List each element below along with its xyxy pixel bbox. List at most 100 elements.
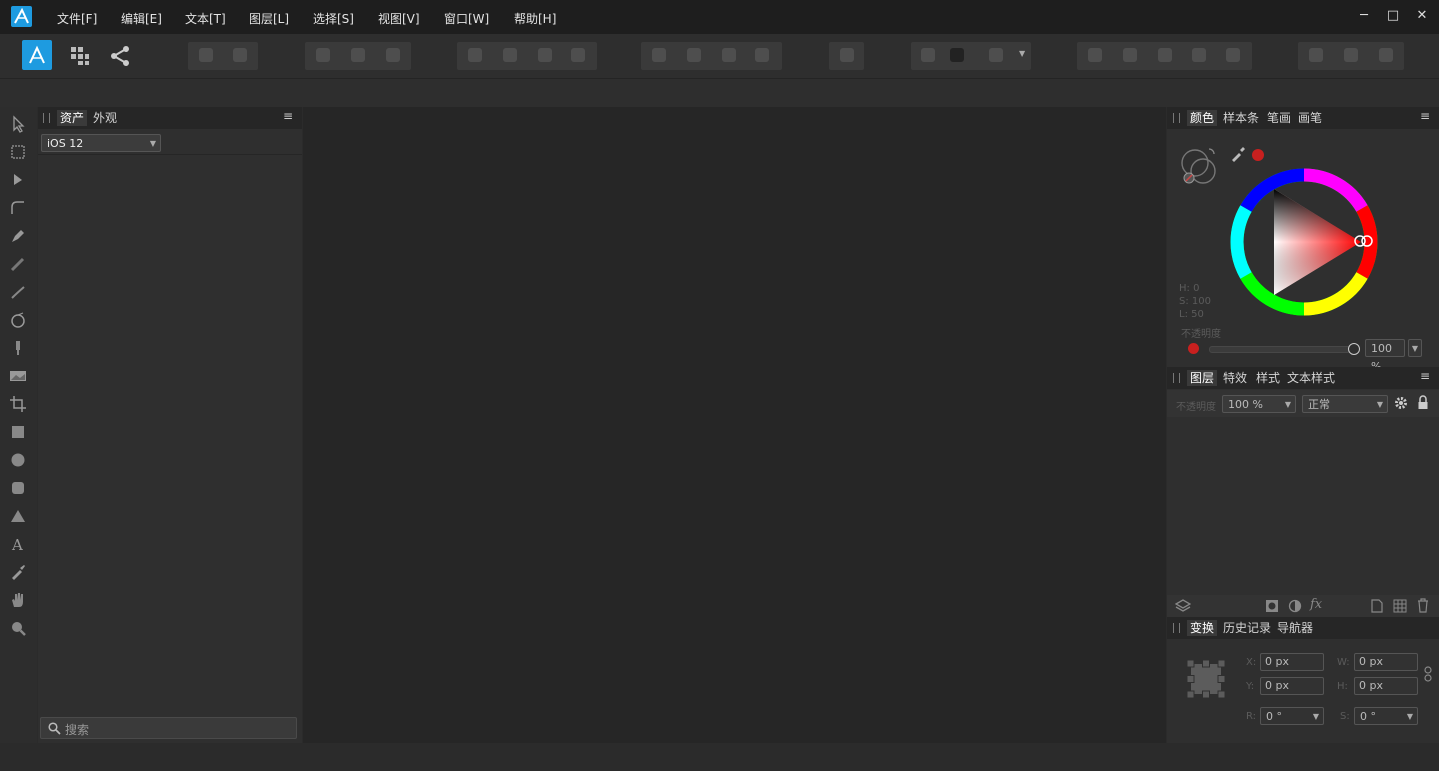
blend-mode-select[interactable]: 正常 ▼ [1302, 395, 1388, 413]
pen-tool-icon[interactable] [9, 227, 27, 245]
fx-icon[interactable]: fx [1310, 597, 1322, 612]
color-wheel[interactable] [1227, 165, 1381, 319]
divide-shape-icon[interactable] [1226, 48, 1240, 62]
arrange-back-icon[interactable] [316, 48, 330, 62]
fill-tool-icon[interactable] [9, 311, 27, 329]
tab-assets[interactable]: 资产 [57, 110, 88, 126]
rotate-right-icon[interactable] [755, 48, 769, 62]
insert-top-icon[interactable] [989, 48, 1003, 62]
y-field[interactable]: 0 px [1260, 677, 1324, 695]
mask-layer-icon[interactable] [1265, 599, 1279, 613]
tab-stroke[interactable]: 笔画 [1264, 110, 1294, 126]
w-field[interactable]: 0 px [1354, 653, 1418, 671]
panel-menu-icon[interactable]: ≡ [1420, 369, 1430, 383]
tab-text-styles[interactable]: 文本样式 [1284, 370, 1338, 386]
panel-grip-icon[interactable] [1173, 113, 1180, 123]
tab-effects[interactable]: 特效 [1220, 370, 1250, 386]
vector-brush-tool-icon[interactable] [9, 283, 27, 301]
arrange-backward-icon[interactable] [351, 48, 365, 62]
close-button[interactable]: ✕ [1412, 8, 1432, 26]
h-field[interactable]: 0 px [1354, 677, 1418, 695]
triangle-tool-icon[interactable] [9, 507, 27, 525]
menu-help[interactable]: 帮助[H] [514, 10, 556, 27]
tab-layers[interactable]: 图层 [1187, 370, 1218, 386]
menu-select[interactable]: 选择[S] [313, 10, 354, 27]
ellipse-tool-icon[interactable] [9, 451, 27, 469]
panel-menu-icon[interactable]: ≡ [1420, 109, 1430, 123]
maximize-button[interactable]: □ [1383, 8, 1403, 26]
xor-shape-icon[interactable] [1192, 48, 1206, 62]
intersect-shape-icon[interactable] [1158, 48, 1172, 62]
document-canvas[interactable] [303, 107, 1166, 743]
corner-tool-icon[interactable] [9, 199, 27, 217]
menu-layer[interactable]: 图层[L] [249, 10, 289, 27]
mask-icon[interactable] [1309, 48, 1323, 62]
current-color-swatch[interactable] [1252, 149, 1264, 161]
insert-inside-icon[interactable] [950, 48, 964, 62]
layer-opacity-select[interactable]: 100 % ▼ [1222, 395, 1296, 413]
export-persona-icon[interactable] [109, 45, 131, 67]
tab-brushes[interactable]: 画笔 [1295, 110, 1325, 126]
x-field[interactable]: 0 px [1260, 653, 1324, 671]
adjustment-icon[interactable] [1288, 599, 1302, 613]
group-icon[interactable] [1379, 48, 1393, 62]
menu-text[interactable]: 文本[T] [185, 10, 226, 27]
transparency-tool-icon[interactable] [9, 339, 27, 357]
tab-color[interactable]: 颜色 [1187, 110, 1218, 126]
menu-edit[interactable]: 编辑[E] [121, 10, 162, 27]
add-page-icon[interactable] [1371, 599, 1383, 613]
layers-stack-icon[interactable] [1175, 599, 1191, 613]
rotate-left-icon[interactable] [722, 48, 736, 62]
place-image-tool-icon[interactable] [9, 367, 27, 385]
flip-vertical-icon[interactable] [687, 48, 701, 62]
distribute-icon[interactable] [840, 48, 854, 62]
asset-set-select[interactable]: iOS 12 ▼ [41, 134, 161, 152]
rectangle-tool-icon[interactable] [9, 423, 27, 441]
menu-window[interactable]: 窗口[W] [444, 10, 489, 27]
align-center-icon[interactable] [503, 48, 517, 62]
menu-view[interactable]: 视图[V] [378, 10, 420, 27]
arrange-forward-icon[interactable] [386, 48, 400, 62]
align-top-icon[interactable] [571, 48, 585, 62]
crop-tool-icon[interactable] [9, 395, 27, 413]
flip-horizontal-icon[interactable] [652, 48, 666, 62]
tab-history[interactable]: 历史记录 [1220, 620, 1274, 636]
insert-behind-icon[interactable] [921, 48, 935, 62]
add-shape-icon[interactable] [1088, 48, 1102, 62]
search-input[interactable]: 搜索 [40, 717, 297, 739]
clip-icon[interactable] [1344, 48, 1358, 62]
panel-menu-icon[interactable]: ≡ [283, 109, 293, 123]
node-tool-icon[interactable] [9, 171, 27, 189]
pencil-tool-icon[interactable] [9, 255, 27, 273]
snap-icon[interactable] [199, 48, 213, 62]
color-picker-tool-icon[interactable] [9, 563, 27, 581]
rounded-rectangle-tool-icon[interactable] [9, 479, 27, 497]
trash-icon[interactable] [1417, 598, 1429, 613]
align-left-icon[interactable] [468, 48, 482, 62]
artboard-tool-icon[interactable] [9, 143, 27, 161]
tab-appearance[interactable]: 外观 [90, 110, 120, 126]
minimize-button[interactable]: ─ [1354, 8, 1374, 26]
designer-persona-button[interactable] [22, 40, 52, 70]
menu-file[interactable]: 文件[F] [57, 10, 97, 27]
color-opacity-field[interactable]: 100 % [1365, 339, 1405, 373]
rotation-select[interactable]: 0 ° ▼ [1260, 707, 1324, 725]
tab-swatches[interactable]: 样本条 [1220, 110, 1262, 126]
snap-option-icon[interactable] [233, 48, 247, 62]
hand-tool-icon[interactable] [9, 591, 27, 609]
link-icon[interactable] [1423, 666, 1433, 682]
zoom-tool-icon[interactable] [9, 619, 27, 637]
layers-list[interactable] [1167, 418, 1439, 595]
opacity-slider[interactable] [1209, 346, 1351, 353]
tab-navigator[interactable]: 导航器 [1274, 620, 1316, 636]
fill-stroke-swatch-icon[interactable] [1179, 145, 1221, 187]
pixel-persona-icon[interactable] [70, 46, 90, 66]
subtract-shape-icon[interactable] [1123, 48, 1137, 62]
color-opacity-dropdown[interactable]: ▼ [1408, 339, 1422, 357]
add-pixel-layer-icon[interactable] [1393, 599, 1407, 613]
eyedropper-icon[interactable] [1230, 146, 1246, 162]
app-logo-icon[interactable] [11, 6, 32, 27]
shear-select[interactable]: 0 ° ▼ [1354, 707, 1418, 725]
text-tool-icon[interactable]: A [9, 535, 27, 553]
insert-dropdown-icon[interactable]: ▼ [1019, 49, 1025, 58]
